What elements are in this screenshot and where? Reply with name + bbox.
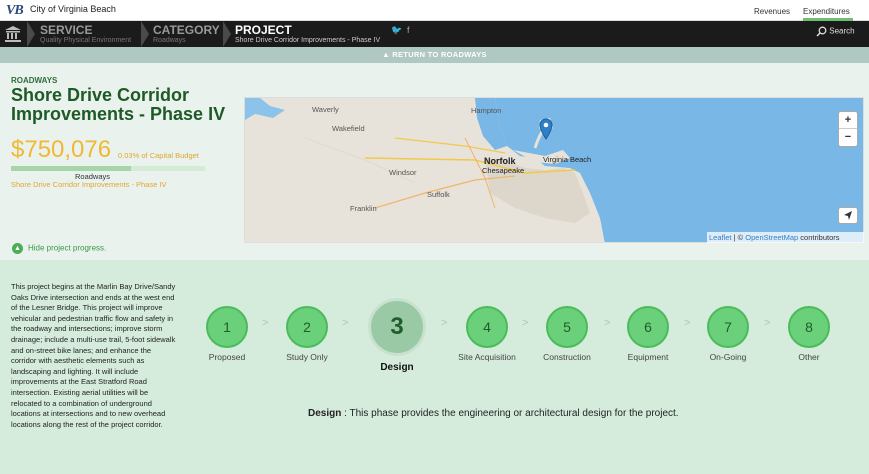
step-separator-icon: >: [342, 317, 349, 329]
map-label-franklin: Franklin: [350, 204, 377, 213]
map-label-hampton: Hampton: [471, 106, 502, 115]
attribution-contributors: contributors: [798, 233, 840, 242]
map-label-norfolk: Norfolk: [484, 156, 516, 166]
zoom-in-button[interactable]: +: [839, 112, 857, 129]
search-button[interactable]: Search: [816, 26, 855, 37]
breadcrumb-service-title: SERVICE: [40, 23, 93, 37]
breadcrumb-category-subtitle: Roadways: [153, 37, 186, 44]
step-3-label: Design: [380, 362, 414, 373]
map-label-chesapeake: Chesapeake: [482, 166, 525, 175]
locate-button[interactable]: [838, 207, 858, 224]
breadcrumb-project-title: PROJECT: [235, 23, 292, 37]
map-label-virginia-beach: Virginia Beach: [543, 155, 592, 164]
project-amount: $750,076: [11, 136, 112, 163]
step-2-circle[interactable]: 2: [286, 306, 328, 348]
step-8-circle[interactable]: 8: [788, 306, 830, 348]
step-8-label: Other: [798, 352, 820, 362]
step-5-label: Construction: [543, 352, 591, 362]
step-6-circle[interactable]: 6: [627, 306, 669, 348]
search-label: Search: [829, 26, 855, 36]
city-logo[interactable]: VB: [6, 3, 24, 19]
top-bar: VB City of Virginia Beach Revenues Expen…: [0, 0, 869, 21]
step-2-label: Study Only: [286, 352, 328, 362]
step-1-circle[interactable]: 1: [206, 306, 248, 348]
city-name[interactable]: City of Virginia Beach: [30, 4, 116, 14]
step-7-label: On-Going: [709, 352, 747, 362]
project-title: Shore Drive Corridor Improvements - Phas…: [11, 85, 226, 124]
map-label-suffolk: Suffolk: [427, 190, 450, 199]
phase-name: Design: [308, 408, 342, 419]
step-3-circle-active[interactable]: 3: [368, 298, 426, 356]
step-6-label: Equipment: [627, 352, 669, 362]
facebook-icon[interactable]: f: [407, 25, 410, 35]
map-base: [245, 98, 863, 242]
budget-bar-fill: [11, 166, 132, 171]
step-separator-icon: >: [604, 317, 611, 329]
phase-text: This phase provides the engineering or a…: [349, 408, 679, 419]
attribution-separator: | ©: [731, 233, 746, 242]
breadcrumb-category-title: CATEGORY: [153, 23, 220, 37]
map-label-wakefield: Wakefield: [332, 124, 365, 133]
return-label: RETURN TO ROADWAYS: [392, 50, 487, 59]
breadcrumb-service-subtitle: Quality Physical Environment: [40, 37, 132, 44]
map-attribution: Leaflet | © OpenStreetMap contributors: [707, 232, 864, 243]
map-marker-icon[interactable]: [539, 118, 553, 140]
search-icon: [816, 26, 827, 37]
chevron-up-circle-icon: ▲: [12, 243, 23, 254]
nav-revenues-link[interactable]: Revenues: [754, 7, 790, 16]
government-building-icon[interactable]: [4, 25, 22, 43]
step-separator-icon: >: [684, 317, 691, 329]
leaflet-link[interactable]: Leaflet: [709, 233, 732, 242]
step-5-circle[interactable]: 5: [546, 306, 588, 348]
return-to-roadways-button[interactable]: ▲ RETURN TO ROADWAYS: [0, 47, 869, 63]
chevron-up-icon: ▲: [382, 50, 393, 59]
breadcrumb-chevron-icon: [223, 21, 231, 47]
project-map[interactable]: Waverly Hampton Wakefield Norfolk Virgin…: [244, 97, 864, 243]
zoom-out-button[interactable]: −: [839, 129, 857, 146]
step-separator-icon: >: [764, 317, 771, 329]
step-separator-icon: >: [522, 317, 529, 329]
step-7-circle[interactable]: 7: [707, 306, 749, 348]
breadcrumb-bar: SERVICE Quality Physical Environment CAT…: [0, 21, 869, 47]
step-separator-icon: >: [441, 317, 448, 329]
hide-progress-label: Hide project progress.: [28, 243, 107, 253]
step-separator-icon: >: [262, 317, 269, 329]
map-zoom-control: + −: [838, 111, 858, 147]
budget-percentage: 0.03% of Capital Budget: [118, 151, 199, 160]
hide-progress-toggle[interactable]: ▲ Hide project progress.: [12, 243, 106, 254]
phase-separator: :: [341, 408, 350, 419]
breadcrumb-project-subtitle: Shore Drive Corridor Improvements - Phas…: [235, 37, 381, 44]
twitter-icon[interactable]: 🐦: [391, 25, 402, 36]
budget-bar-sublabel: Shore Drive Corridor Improvements - Phas…: [11, 180, 167, 189]
map-label-waverly: Waverly: [312, 105, 339, 114]
phase-description: Design : This phase provides the enginee…: [308, 408, 679, 419]
step-4-label: Site Acquisition: [458, 352, 516, 362]
step-1-label: Proposed: [208, 352, 246, 362]
project-description: This project begins at the Marlin Bay Dr…: [11, 282, 176, 429]
osm-link[interactable]: OpenStreetMap: [745, 233, 798, 242]
breadcrumb-chevron-icon: [27, 21, 35, 47]
location-arrow-icon: [844, 211, 852, 220]
step-4-circle[interactable]: 4: [466, 306, 508, 348]
breadcrumb-chevron-icon: [141, 21, 149, 47]
map-label-windsor: Windsor: [389, 168, 417, 177]
category-label: ROADWAYS: [11, 76, 58, 85]
nav-expenditures-link[interactable]: Expenditures: [803, 7, 850, 16]
